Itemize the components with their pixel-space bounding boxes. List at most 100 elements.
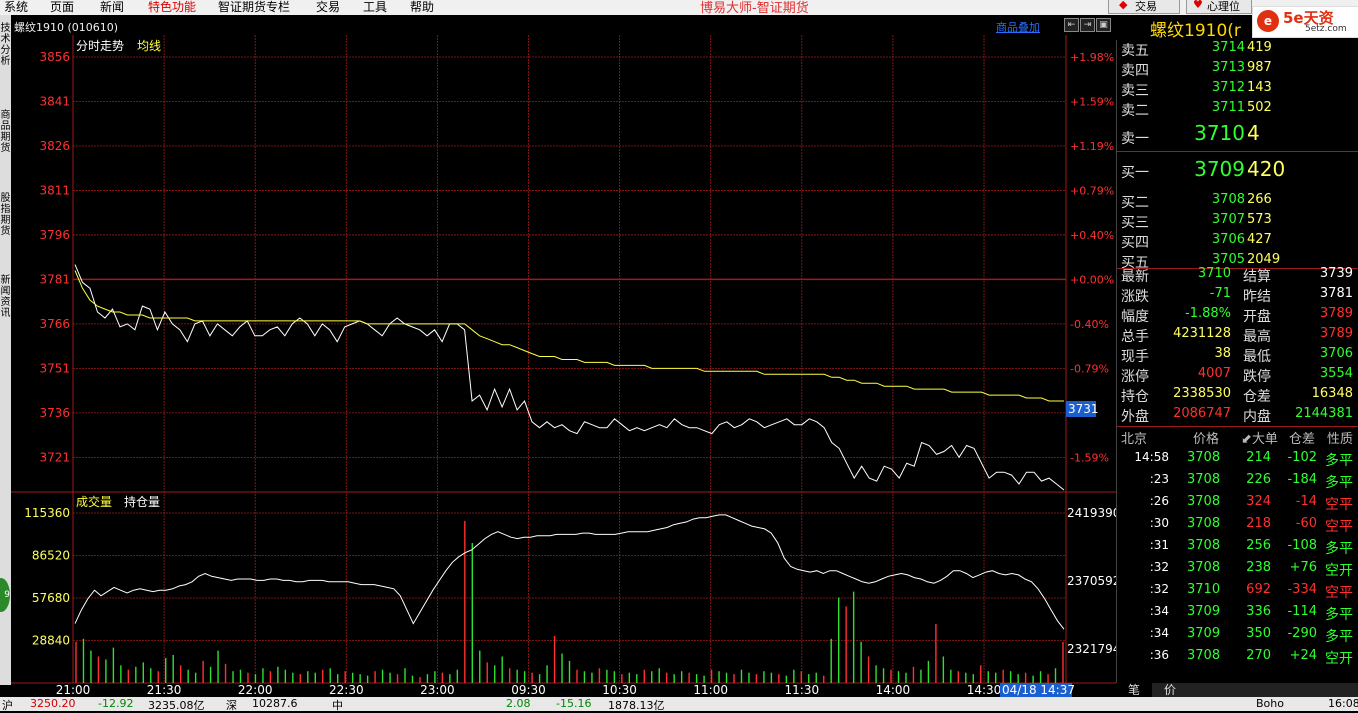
tick-oi-change: -108 <box>1287 538 1317 553</box>
tick-oi-change: -60 <box>1295 516 1317 531</box>
tick-row[interactable]: :26 3708 324 -14 空平 <box>1117 494 1358 514</box>
stat-value: 2086747 <box>1173 406 1231 421</box>
price-lines <box>74 264 1065 491</box>
stat-value: 2338530 <box>1173 386 1231 401</box>
bid-volume: 266 <box>1247 192 1272 207</box>
trade-button[interactable]: ◆ 交易 <box>1108 0 1180 14</box>
tick-row[interactable]: :32 3710 692 -334 空平 <box>1117 582 1358 602</box>
status-sh-change: -12.92 <box>98 697 134 710</box>
ask-volume: 419 <box>1247 40 1272 55</box>
tick-volume: 226 <box>1246 472 1271 487</box>
y-right-tick-label: +1.19% <box>1070 140 1114 153</box>
ask-label: 卖五 <box>1121 43 1149 59</box>
ask-volume: 143 <box>1247 80 1272 95</box>
ask-row[interactable]: 卖一 3710 4 <box>1117 121 1358 147</box>
tick-nature: 多平 <box>1325 629 1353 645</box>
tick-volume: 350 <box>1246 626 1271 641</box>
panel-divider <box>1117 426 1358 427</box>
oi-tick-label: 2370592 <box>1067 574 1116 588</box>
ask-row[interactable]: 卖五 3714 419 <box>1117 40 1358 60</box>
tick-nature: 空平 <box>1325 519 1353 535</box>
tick-oi-change: -184 <box>1287 472 1317 487</box>
stat-value: 4231128 <box>1173 326 1231 341</box>
bid-row[interactable]: 买二 3708 266 <box>1117 192 1358 212</box>
tick-header: 仓差 <box>1289 432 1316 447</box>
panel-tab-bar: 笔 价 <box>1116 683 1358 697</box>
overlay-link[interactable]: 商品叠加 <box>996 19 1040 35</box>
stat-label: 结算 <box>1243 269 1271 285</box>
bid-row[interactable]: 买一 3709 420 <box>1117 157 1358 181</box>
y-tick-label: 3781 <box>39 272 70 286</box>
x-tick-label: 22:30 <box>329 683 364 697</box>
tick-time: :34 <box>1149 604 1169 618</box>
tick-time: 14:58 <box>1134 450 1169 464</box>
menu-item-features[interactable]: 特色功能 <box>148 0 196 15</box>
stat-label: 最高 <box>1243 329 1271 345</box>
price-panel-label: 分时走势 <box>76 39 124 53</box>
stat-value: 16348 <box>1311 386 1353 401</box>
logo-site: 5etz.com <box>1305 24 1347 34</box>
menu-item-broker-column[interactable]: 智证期货专栏 <box>218 0 290 15</box>
vol-tick-label: 115360 <box>24 506 70 520</box>
menu-item-system[interactable]: 系统 <box>4 0 28 15</box>
y-right-tick-label: +1.59% <box>1070 95 1114 108</box>
menu-item-news[interactable]: 新闻 <box>100 0 124 15</box>
tick-row[interactable]: :36 3708 270 +24 空开 <box>1117 648 1358 668</box>
ask-price: 3714 <box>1211 40 1245 55</box>
tick-price: 3708 <box>1187 494 1221 509</box>
panel-divider <box>1117 151 1358 152</box>
stat-label: 跌停 <box>1243 369 1271 385</box>
x-tick-label: 14:30 <box>967 683 1002 697</box>
tick-volume: 214 <box>1246 450 1271 465</box>
menu-item-page[interactable]: 页面 <box>50 0 74 15</box>
tick-row[interactable]: :31 3708 256 -108 多平 <box>1117 538 1358 558</box>
tick-volume: 324 <box>1246 494 1271 509</box>
next-icon[interactable]: ⇥ <box>1080 18 1095 32</box>
ask-row[interactable]: 卖四 3713 987 <box>1117 60 1358 80</box>
restore-icon[interactable]: ▣ <box>1096 18 1111 32</box>
ask-row[interactable]: 卖三 3712 143 <box>1117 80 1358 100</box>
tick-row[interactable]: :34 3709 350 -290 多平 <box>1117 626 1358 646</box>
tick-time: :31 <box>1149 538 1169 552</box>
tick-row[interactable]: :23 3708 226 -184 多平 <box>1117 472 1358 492</box>
tick-oi-change: -334 <box>1287 582 1317 597</box>
ask-row[interactable]: 卖二 3711 502 <box>1117 100 1358 120</box>
tick-header: ⬋大单 <box>1241 432 1278 447</box>
x-tick-label: 11:30 <box>785 683 820 697</box>
oi-tick-label: 2321794 <box>1067 642 1116 656</box>
heart-button[interactable]: ♥ 心理位 <box>1186 0 1252 14</box>
stat-label: 最低 <box>1243 349 1271 365</box>
stat-value: 3781 <box>1319 286 1353 301</box>
tab-price[interactable]: 价 <box>1152 683 1188 697</box>
tick-row[interactable]: :30 3708 218 -60 空平 <box>1117 516 1358 536</box>
vol-tick-label: 57680 <box>32 591 70 605</box>
bid-volume: 427 <box>1247 232 1272 247</box>
stat-row: 现手 38 最低 3706 <box>1117 346 1358 366</box>
y-right-tick-label: +0.79% <box>1070 184 1114 197</box>
stat-label: 现手 <box>1121 349 1149 365</box>
stat-value: 3789 <box>1319 326 1353 341</box>
status-clock: 16:08 <box>1328 697 1358 710</box>
stat-value: -71 <box>1209 286 1231 301</box>
ask-price: 3712 <box>1211 80 1245 95</box>
intraday-chart[interactable]: 3856 +1.98% 3841 +1.59% 3826 +1.19% 3811 +0.79%… <box>0 35 1116 697</box>
tick-row[interactable]: 14:58 3708 214 -102 多平 <box>1117 450 1358 470</box>
bid-row[interactable]: 买三 3707 573 <box>1117 212 1358 232</box>
tick-price: 3709 <box>1187 604 1221 619</box>
tick-row[interactable]: :32 3708 238 +76 空开 <box>1117 560 1358 580</box>
prev-icon[interactable]: ⇤ <box>1064 18 1079 32</box>
stat-value: 38 <box>1214 346 1231 361</box>
menu-item-tools[interactable]: 工具 <box>363 0 387 15</box>
quote-panel: 卖五 3714 419 卖四 3713 987 卖三 3712 143 卖二 3711 502 卖一 37… <box>1116 40 1358 683</box>
y-right-tick-label: +0.00% <box>1070 273 1114 286</box>
bid-row[interactable]: 买四 3706 427 <box>1117 232 1358 252</box>
stat-label: 最新 <box>1121 269 1149 285</box>
menu-item-trade[interactable]: 交易 <box>316 0 340 15</box>
ask-price: 3713 <box>1211 60 1245 75</box>
tick-price: 3708 <box>1187 648 1221 663</box>
volume-panel-label: 成交量 <box>76 494 112 509</box>
tab-ticks[interactable]: 笔 <box>1116 683 1152 697</box>
menu-item-help[interactable]: 帮助 <box>410 0 434 15</box>
tick-row[interactable]: :34 3709 336 -114 多平 <box>1117 604 1358 624</box>
bid-price: 3705 <box>1211 252 1245 267</box>
